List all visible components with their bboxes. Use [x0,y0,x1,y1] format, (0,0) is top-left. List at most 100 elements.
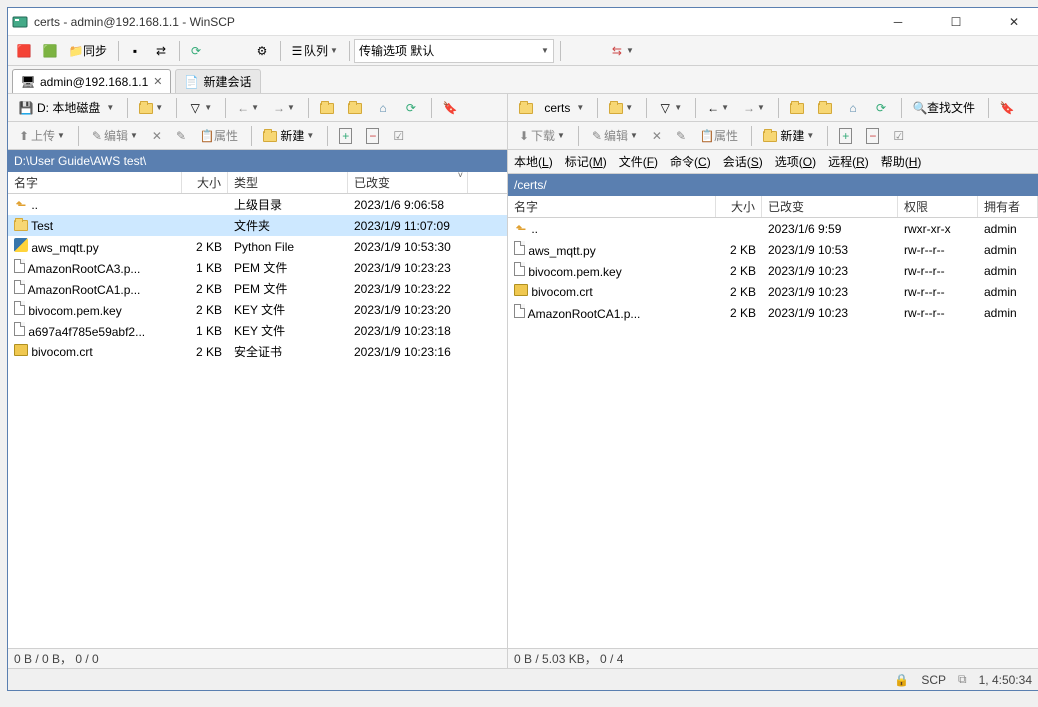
remote-collapse-button[interactable]: − [861,124,884,148]
remote-location-bar: certs ▼ ▼ ▽▼ ←▼ →▼ ⌂ ⟳ 🔍查找文件 🔖 [508,94,1038,122]
remote-edit-button[interactable]: ✎编辑▼ [585,124,643,148]
file-row[interactable]: bivocom.crt 2 KB 2023/1/9 10:23 rw-r--r-… [508,281,1038,302]
file-row[interactable]: ⬑ .. 2023/1/6 9:59 rwxr-xr-x admin [508,218,1038,239]
close-tab-icon[interactable]: ✕ [153,75,162,88]
remote-new-button[interactable]: 新建▼ [758,124,819,148]
network-button[interactable]: ⇆▼ [605,39,639,63]
remote-back-button[interactable]: ←▼ [702,96,734,120]
local-action-bar: ⬆上传▼ ✎编辑▼ ✕ ✎ 📋属性 新建▼ + − ☑ [8,122,507,150]
file-icon [14,280,25,294]
remote-delete-button[interactable]: ✕ [647,124,667,148]
local-col-name[interactable]: 名字 [8,172,182,193]
certificate-icon [14,344,28,356]
local-refresh-button[interactable]: ⟳ [399,96,423,120]
remote-col-perm[interactable]: 权限 [898,196,978,217]
remote-status: 0 B / 5.03 KB， 0 / 4 [508,648,1038,668]
menu-item[interactable]: 标记(M) [565,153,607,170]
local-root-button[interactable] [343,96,367,120]
file-row[interactable]: bivocom.pem.key 2 KB 2023/1/9 10:23 rw-r… [508,260,1038,281]
file-row[interactable]: AmazonRootCA1.p... 2 KB 2023/1/9 10:23 r… [508,302,1038,323]
file-row[interactable]: ⬑ .. 上级目录 2023/1/6 9:06:58 [8,194,507,215]
remote-select-button[interactable]: ☑ [888,124,909,148]
remote-open-folder-button[interactable]: ▼ [604,96,638,120]
file-row[interactable]: AmazonRootCA1.p... 2 KB PEM 文件 2023/1/9 … [8,278,507,299]
new-session-tab[interactable]: 📄 新建会话 [175,69,260,93]
local-filter-button[interactable]: ▽▼ [183,96,217,120]
local-parent-button[interactable] [315,96,339,120]
file-row[interactable]: AmazonRootCA3.p... 1 KB PEM 文件 2023/1/9 … [8,257,507,278]
menu-item[interactable]: 帮助(H) [881,153,922,170]
winscp-window: certs - admin@192.168.1.1 - WinSCP ─ ☐ ✕… [7,7,1038,691]
minimize-button[interactable]: ─ [878,10,918,34]
local-delete-button[interactable]: ✕ [147,124,167,148]
add-session-button[interactable]: 🟥 [12,39,36,63]
close-button[interactable]: ✕ [994,10,1034,34]
remote-rename-button[interactable]: ✎ [671,124,691,148]
remote-filter-button[interactable]: ▽▼ [653,96,687,120]
menu-item[interactable]: 本地(L) [514,153,553,170]
local-file-list[interactable]: ⬑ .. 上级目录 2023/1/6 9:06:58 Test 文件夹 2023… [8,194,507,648]
local-path[interactable]: D:\User Guide\AWS test\ [8,150,507,172]
parent-dir-icon: ⬑ [514,222,528,236]
remove-session-button[interactable]: 🟩 [38,39,62,63]
local-drive-dropdown[interactable]: 💾 D: 本地磁盘 ▼ [12,97,121,118]
local-rename-button[interactable]: ✎ [171,124,191,148]
protocol-label: SCP [921,673,946,687]
local-open-folder-button[interactable]: ▼ [134,96,168,120]
menu-item[interactable]: 文件(F) [619,153,658,170]
file-row[interactable]: bivocom.crt 2 KB 安全证书 2023/1/9 10:23:16 [8,341,507,362]
net-icon: ⧉ [958,672,967,687]
local-col-type[interactable]: 类型 [228,172,348,193]
menu-item[interactable]: 会话(S) [723,153,763,170]
preferences-button[interactable]: ⚙ [250,39,274,63]
remote-col-changed[interactable]: 已改变 [762,196,898,217]
remote-root-button[interactable] [813,96,837,120]
local-collapse-button[interactable]: − [361,124,384,148]
local-forward-button[interactable]: →▼ [268,96,300,120]
remote-drive-dropdown[interactable]: certs ▼ [512,99,591,117]
file-row[interactable]: Test 文件夹 2023/1/9 11:07:09 [8,215,507,236]
file-row[interactable]: aws_mqtt.py 2 KB 2023/1/9 10:53 rw-r--r-… [508,239,1038,260]
local-bookmark-button[interactable]: 🔖 [438,96,462,120]
upload-button[interactable]: ⬆上传▼ [12,124,70,148]
local-expand-button[interactable]: + [334,124,357,148]
remote-expand-button[interactable]: + [834,124,857,148]
compare-button[interactable]: ⇄ [149,39,173,63]
remote-col-owner[interactable]: 拥有者 [978,196,1038,217]
download-button[interactable]: ⬇下载▼ [512,124,570,148]
local-back-button[interactable]: ←▼ [232,96,264,120]
local-edit-button[interactable]: ✎编辑▼ [85,124,143,148]
maximize-button[interactable]: ☐ [936,10,976,34]
menu-item[interactable]: 远程(R) [828,153,869,170]
remote-bookmark-button[interactable]: 🔖 [995,96,1019,120]
remote-props-button[interactable]: 📋属性 [695,124,743,148]
sync-button[interactable]: 📁同步 [64,39,112,63]
remote-col-size[interactable]: 大小 [716,196,762,217]
local-props-button[interactable]: 📋属性 [195,124,243,148]
remote-parent-button[interactable] [785,96,809,120]
local-col-size[interactable]: 大小 [182,172,228,193]
console-button[interactable]: ▪ [123,39,147,63]
menu-item[interactable]: 选项(O) [775,153,816,170]
local-select-button[interactable]: ☑ [388,124,409,148]
remote-refresh-button[interactable]: ⟳ [869,96,893,120]
remote-path[interactable]: /certs/ [508,174,1038,196]
remote-file-list[interactable]: ⬑ .. 2023/1/6 9:59 rwxr-xr-x admin aws_m… [508,218,1038,648]
remote-home-button[interactable]: ⌂ [841,96,865,120]
transfer-settings-dropdown[interactable]: 传输选项 默认 ▼ [354,39,554,63]
menu-item[interactable]: 命令(C) [670,153,711,170]
titlebar: certs - admin@192.168.1.1 - WinSCP ─ ☐ ✕ [8,8,1038,36]
find-files-button[interactable]: 🔍查找文件 [908,96,980,120]
file-row[interactable]: bivocom.pem.key 2 KB KEY 文件 2023/1/9 10:… [8,299,507,320]
session-tab-active[interactable]: 🖥 admin@192.168.1.1 ✕ [12,69,171,93]
remote-col-name[interactable]: 名字 [508,196,716,217]
queue-button[interactable]: ☰队列▼ [285,39,343,63]
remote-forward-button[interactable]: →▼ [738,96,770,120]
file-row[interactable]: a697a4f785e59abf2... 1 KB KEY 文件 2023/1/… [8,320,507,341]
local-home-button[interactable]: ⌂ [371,96,395,120]
refresh-session-button[interactable]: ⟳ [184,39,208,63]
lock-icon: 🔒 [894,673,909,687]
local-col-changed[interactable]: 已改变˅ [348,172,468,193]
local-new-button[interactable]: 新建▼ [258,124,319,148]
file-row[interactable]: aws_mqtt.py 2 KB Python File 2023/1/9 10… [8,236,507,257]
